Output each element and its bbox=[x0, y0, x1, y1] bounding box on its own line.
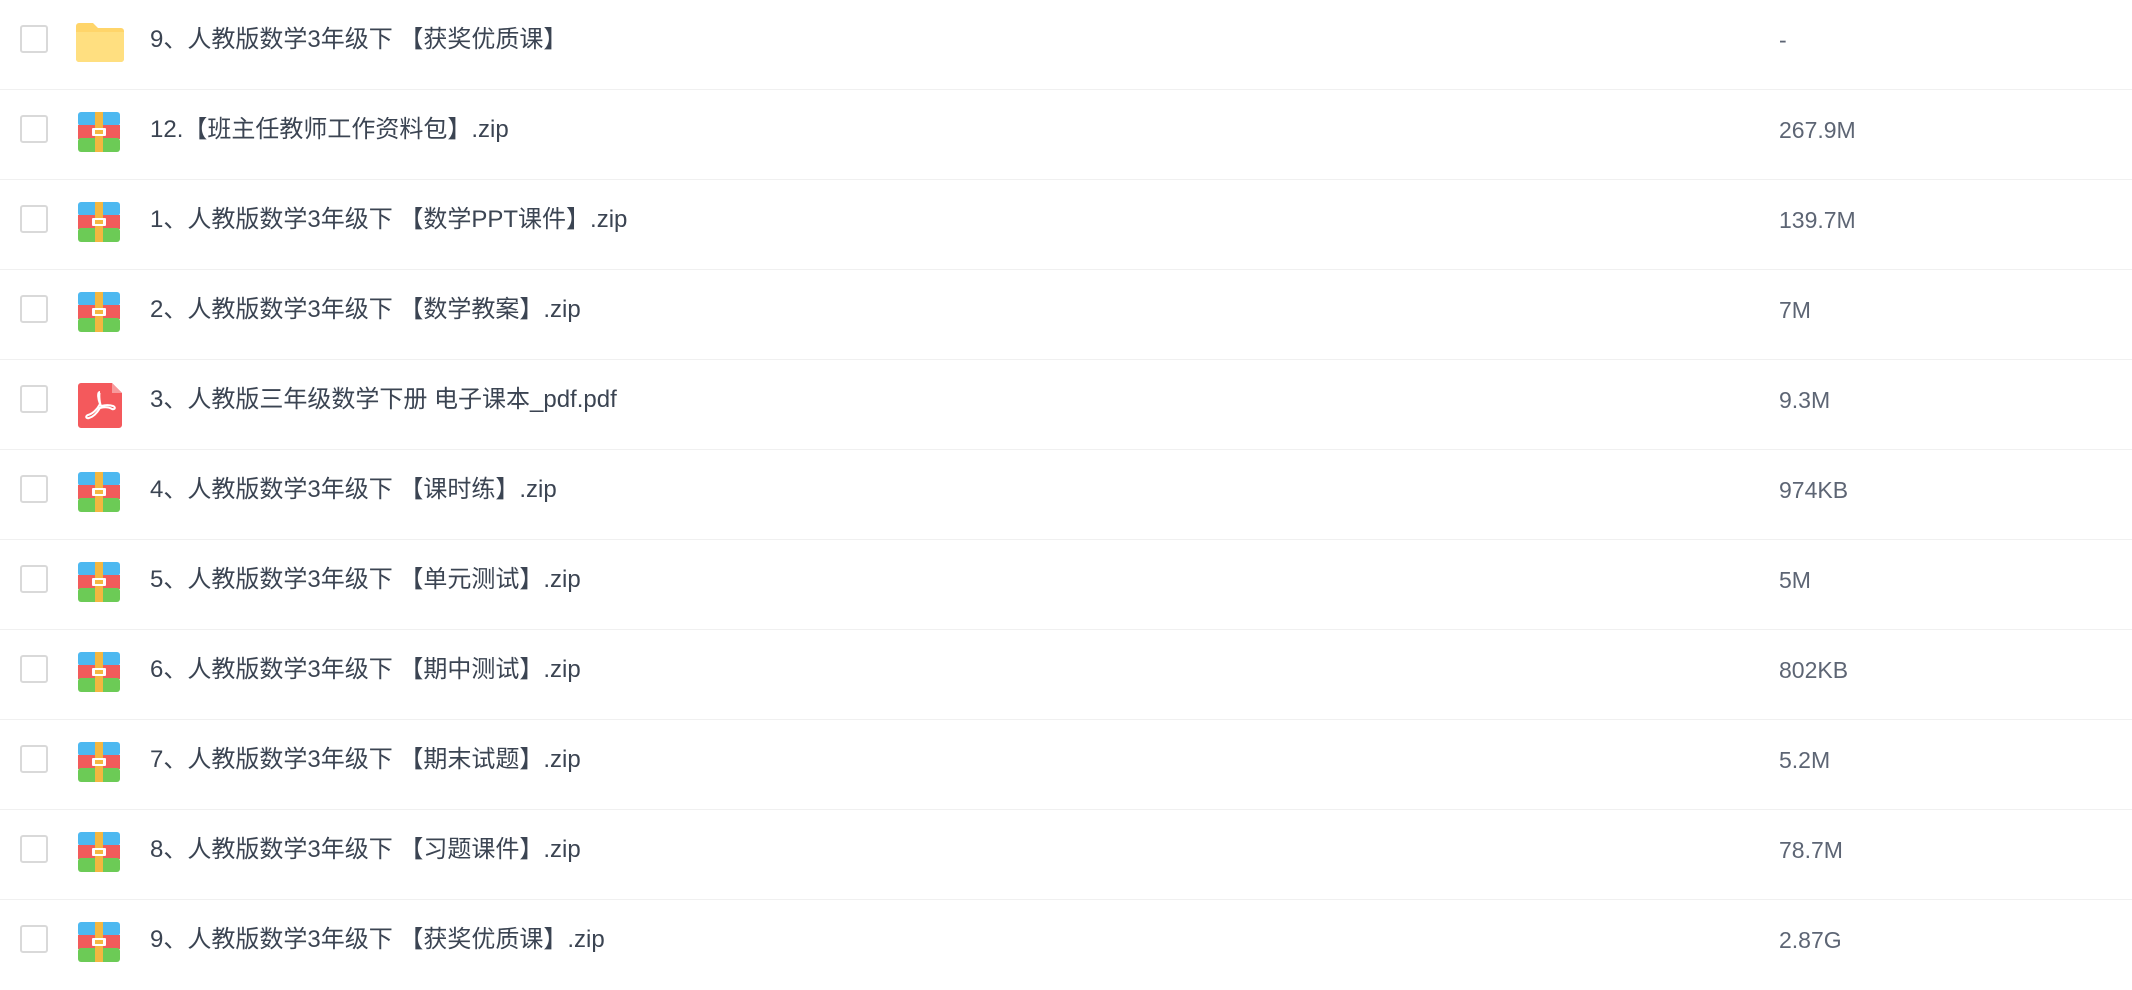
row-checkbox[interactable] bbox=[20, 205, 48, 233]
pdf-icon bbox=[74, 380, 126, 428]
zip-archive-icon bbox=[74, 560, 126, 604]
file-list: 9、人教版数学3年级下 【获奖优质课】 - 12.【班主任教师工作资料包】.zi… bbox=[0, 0, 2132, 984]
file-size: 7M bbox=[1779, 297, 1811, 323]
zip-archive-icon bbox=[74, 110, 126, 154]
row-checkbox[interactable] bbox=[20, 835, 48, 863]
file-name[interactable]: 3、人教版三年级数学下册 电子课本_pdf.pdf bbox=[150, 360, 617, 440]
file-size: 9.3M bbox=[1779, 387, 1831, 413]
file-row[interactable]: 2、人教版数学3年级下 【数学教案】.zip 7M bbox=[0, 270, 2132, 360]
file-row[interactable]: 5、人教版数学3年级下 【单元测试】.zip 5M bbox=[0, 540, 2132, 630]
file-size: - bbox=[1779, 27, 1787, 53]
row-checkbox[interactable] bbox=[20, 565, 48, 593]
file-row[interactable]: 4、人教版数学3年级下 【课时练】.zip 974KB bbox=[0, 450, 2132, 540]
folder-icon bbox=[74, 20, 126, 64]
file-name[interactable]: 7、人教版数学3年级下 【期末试题】.zip bbox=[150, 720, 581, 800]
file-row[interactable]: 7、人教版数学3年级下 【期末试题】.zip 5.2M bbox=[0, 720, 2132, 810]
zip-archive-icon bbox=[74, 470, 126, 514]
file-size: 139.7M bbox=[1779, 207, 1856, 233]
file-row[interactable]: 8、人教版数学3年级下 【习题课件】.zip 78.7M bbox=[0, 810, 2132, 900]
file-name[interactable]: 9、人教版数学3年级下 【获奖优质课】 bbox=[150, 0, 567, 80]
zip-archive-icon bbox=[74, 920, 126, 964]
file-size: 5.2M bbox=[1779, 747, 1831, 773]
file-row[interactable]: 6、人教版数学3年级下 【期中测试】.zip 802KB bbox=[0, 630, 2132, 720]
row-checkbox[interactable] bbox=[20, 745, 48, 773]
zip-archive-icon bbox=[74, 290, 126, 334]
zip-archive-icon bbox=[74, 830, 126, 874]
row-checkbox[interactable] bbox=[20, 655, 48, 683]
row-checkbox[interactable] bbox=[20, 925, 48, 953]
file-name[interactable]: 12.【班主任教师工作资料包】.zip bbox=[150, 90, 509, 170]
row-checkbox[interactable] bbox=[20, 475, 48, 503]
file-row[interactable]: 1、人教版数学3年级下 【数学PPT课件】.zip 139.7M bbox=[0, 180, 2132, 270]
row-checkbox[interactable] bbox=[20, 25, 48, 53]
zip-archive-icon bbox=[74, 650, 126, 694]
zip-archive-icon bbox=[74, 200, 126, 244]
file-row[interactable]: 9、人教版数学3年级下 【获奖优质课】 - bbox=[0, 0, 2132, 90]
row-checkbox[interactable] bbox=[20, 115, 48, 143]
file-size: 267.9M bbox=[1779, 117, 1856, 143]
file-size: 802KB bbox=[1779, 657, 1849, 683]
file-size: 5M bbox=[1779, 567, 1811, 593]
file-name[interactable]: 9、人教版数学3年级下 【获奖优质课】.zip bbox=[150, 900, 605, 980]
file-name[interactable]: 8、人教版数学3年级下 【习题课件】.zip bbox=[150, 810, 581, 890]
file-row[interactable]: 12.【班主任教师工作资料包】.zip 267.9M bbox=[0, 90, 2132, 180]
file-name[interactable]: 2、人教版数学3年级下 【数学教案】.zip bbox=[150, 270, 581, 350]
zip-archive-icon bbox=[74, 740, 126, 784]
file-name[interactable]: 1、人教版数学3年级下 【数学PPT课件】.zip bbox=[150, 180, 627, 260]
row-checkbox[interactable] bbox=[20, 385, 48, 413]
file-name[interactable]: 4、人教版数学3年级下 【课时练】.zip bbox=[150, 450, 557, 530]
file-row[interactable]: 3、人教版三年级数学下册 电子课本_pdf.pdf 9.3M bbox=[0, 360, 2132, 450]
file-name[interactable]: 5、人教版数学3年级下 【单元测试】.zip bbox=[150, 540, 581, 620]
file-size: 2.87G bbox=[1779, 927, 1842, 953]
file-size: 78.7M bbox=[1779, 837, 1843, 863]
file-row[interactable]: 9、人教版数学3年级下 【获奖优质课】.zip 2.87G bbox=[0, 900, 2132, 990]
file-size: 974KB bbox=[1779, 477, 1849, 503]
row-checkbox[interactable] bbox=[20, 295, 48, 323]
file-name[interactable]: 6、人教版数学3年级下 【期中测试】.zip bbox=[150, 630, 581, 710]
